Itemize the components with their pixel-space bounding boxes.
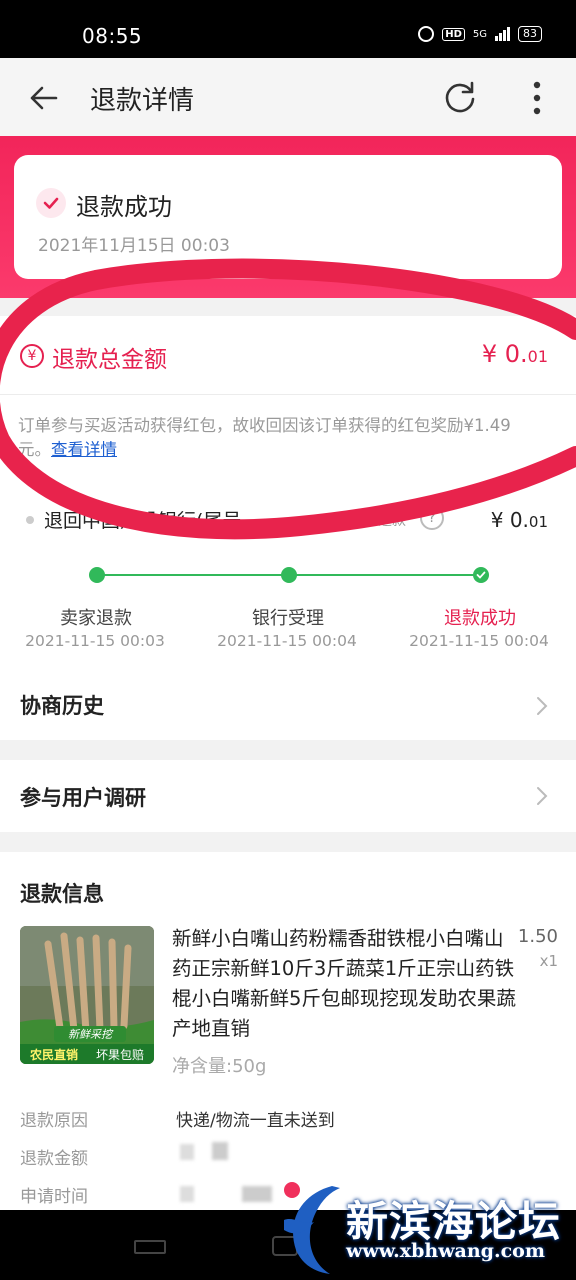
recent-apps-icon[interactable] [134,1240,166,1254]
product-image[interactable]: 新鲜采挖 农民直销 坏果包赔 [20,926,154,1064]
page-title: 退款详情 [90,86,195,116]
refund-status-title: 退款成功 [76,193,172,221]
product-photo: 新鲜采挖 农民直销 坏果包赔 [20,926,154,1064]
negotiation-history-row[interactable]: 协商历史 [0,674,576,740]
network-label: 5G [472,28,487,40]
check-icon [36,188,66,218]
watermark: 新滨海论坛 www.xbhwang.com [274,1180,574,1276]
battery-icon: 83 [518,26,542,42]
redacted-value [212,1142,228,1160]
chevron-right-icon [537,697,548,715]
refund-status-card: 退款成功 2021年11月15日 00:03 [14,155,562,279]
redacted-value [180,1186,194,1202]
product-spec: 净含量:50g [172,1056,267,1077]
status-header: 退款成功 2021年11月15日 00:03 [0,136,576,298]
row-title: 协商历史 [20,694,104,718]
progress-line [104,574,282,576]
forum-logo-icon [284,1186,340,1274]
view-details-link[interactable]: 查看详情 [51,440,117,459]
bank-amount: ¥ 0.01 [490,508,548,532]
hd-icon: HD [442,27,465,41]
step-time: 2021-11-15 00:04 [409,632,549,650]
signal-icon [495,27,510,41]
refund-progress: 卖家退款 银行受理 退款成功 2021-11-15 00:03 2021-11-… [0,566,576,666]
product-name[interactable]: 新鲜小白嘴山药粉糯香甜铁棍小白嘴山药正宗新鲜10斤3斤蔬菜1斤正宗山药铁棍小白嘴… [172,924,522,1044]
app-bar: 退款详情 [0,58,576,136]
question-icon[interactable]: ? [420,506,444,530]
refund-total-label: 退款总金额 [52,347,167,373]
refund-status-date: 2021年11月15日 00:03 [38,236,230,256]
more-vert-icon[interactable] [530,80,544,116]
step-dot [89,567,105,583]
redacted-value [242,1186,272,1202]
not-received-link[interactable]: 未收到退款 [336,510,406,530]
redacted-value [180,1144,194,1160]
red-packet-note: 订单参与买返活动获得红包，故收回因该订单获得的红包奖励¥1.49元。查看详情 [18,416,511,459]
divider [0,394,576,395]
refund-reason-value: 快递/物流一直未送到 [176,1111,335,1131]
alarm-icon [418,26,435,42]
refund-total-value: ¥ 0.01 [481,340,548,368]
status-bar: 08:55 HD 5G 83 [0,0,576,58]
progress-line [296,574,474,576]
product-price: 1.50 [517,926,558,947]
row-title: 参与用户调研 [20,786,146,810]
status-icons: HD 5G 83 [418,26,542,42]
refund-amount-card: ¥ 退款总金额 ¥ 0.01 订单参与买返活动获得红包，故收回因该订单获得的红包… [0,316,576,674]
refund-amount-label: 退款金额 [20,1149,88,1169]
image-badge: 坏果包赔 [96,1047,144,1062]
arrow-left-icon[interactable] [26,82,62,114]
chevron-right-icon [537,787,548,805]
bank-dot [26,516,34,524]
bank-destination: 退回中国建设银行(尾号 [44,510,242,532]
watermark-url: www.xbhwang.com [346,1240,545,1262]
step-label: 退款成功 [444,608,516,629]
refund-reason-label: 退款原因 [20,1111,88,1131]
section-title: 退款信息 [20,882,104,906]
yen-icon: ¥ [20,344,44,368]
step-time: 2021-11-15 00:03 [25,632,165,650]
step-label: 银行受理 [252,608,324,629]
user-survey-row[interactable]: 参与用户调研 [0,760,576,832]
status-time: 08:55 [82,24,143,48]
step-dot [281,567,297,583]
refund-info-section: 退款信息 新鲜采挖 农民直销 坏果包赔 新鲜小白嘴山药粉糯香甜铁棍小白嘴山药正宗… [0,852,576,1212]
refresh-icon[interactable] [442,79,478,115]
step-label: 卖家退款 [60,608,132,629]
image-badge: 新鲜采挖 [68,1028,114,1041]
image-badge: 农民直销 [29,1047,78,1062]
apply-time-label: 申请时间 [20,1187,88,1207]
product-quantity: x1 [539,952,558,970]
step-done-icon [473,567,489,583]
step-time: 2021-11-15 00:04 [217,632,357,650]
